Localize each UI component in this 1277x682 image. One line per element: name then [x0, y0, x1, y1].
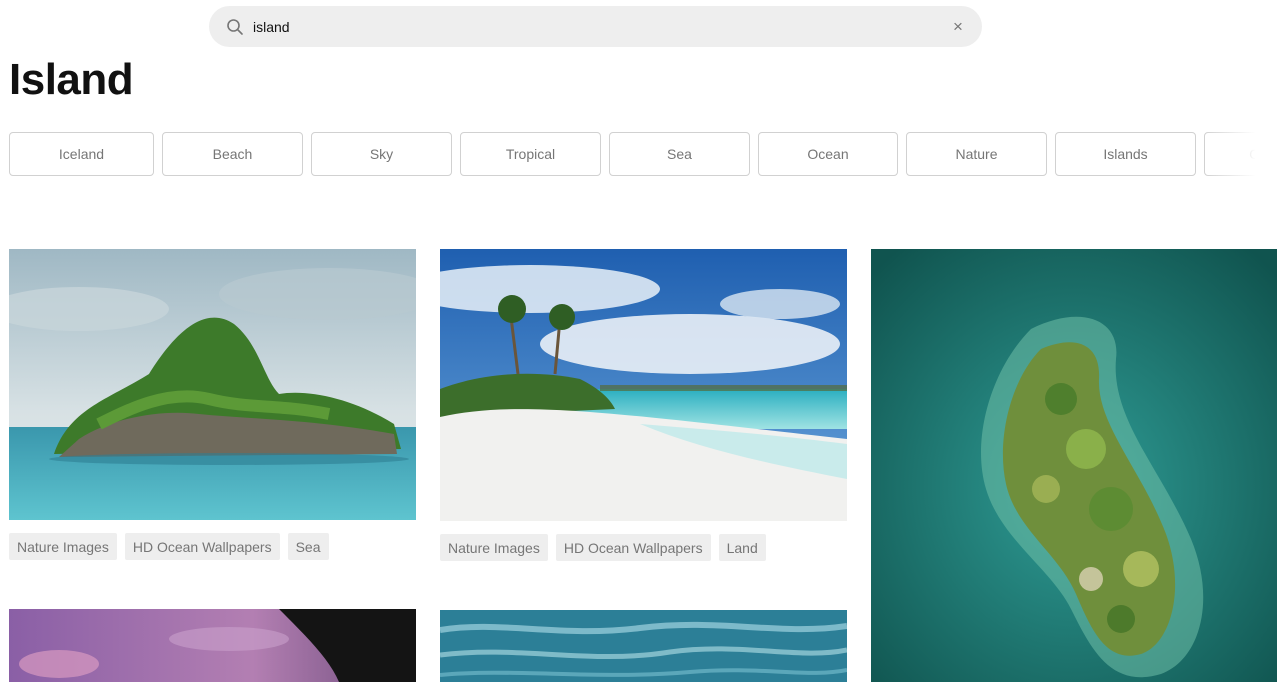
page-title: Island [9, 55, 134, 104]
photo-ocean-waves-image [440, 610, 847, 682]
close-icon[interactable]: × [948, 17, 968, 37]
chip-iceland[interactable]: Iceland [9, 132, 154, 176]
tag-land[interactable]: Land [718, 534, 766, 561]
photo-2-tags: Nature Images HD Ocean Wallpapers Land [440, 534, 766, 561]
photo-aerial-island-image [871, 249, 1277, 682]
search-input[interactable] [253, 14, 933, 39]
photo-1-tags: Nature Images HD Ocean Wallpapers Sea [9, 533, 329, 560]
search-results-page: × Island Iceland Beach Sky Tropical Sea … [0, 0, 1277, 682]
chip-islands[interactable]: Islands [1055, 132, 1196, 176]
chip-outdoor[interactable]: Outdoor [1204, 132, 1277, 176]
tag-hd-ocean-wallpapers[interactable]: HD Ocean Wallpapers [555, 534, 711, 561]
photo-aerial-island[interactable] [871, 249, 1277, 682]
photo-beach-palms[interactable] [440, 249, 847, 521]
chip-tropical[interactable]: Tropical [460, 132, 601, 176]
related-searches: Iceland Beach Sky Tropical Sea Ocean Nat… [9, 132, 1277, 177]
chip-nature[interactable]: Nature [906, 132, 1047, 176]
tag-hd-ocean-wallpapers[interactable]: HD Ocean Wallpapers [124, 533, 280, 560]
chip-sea[interactable]: Sea [609, 132, 750, 176]
tag-nature-images[interactable]: Nature Images [9, 533, 117, 560]
photo-island-rock[interactable] [9, 249, 416, 520]
photo-island-rock-image [9, 249, 416, 520]
tag-nature-images[interactable]: Nature Images [440, 534, 548, 561]
chip-beach[interactable]: Beach [162, 132, 303, 176]
photo-sunset[interactable] [9, 609, 416, 682]
photo-ocean-waves[interactable] [440, 610, 847, 682]
search-bar[interactable]: × [209, 6, 982, 47]
search-icon [227, 19, 243, 35]
chip-sky[interactable]: Sky [311, 132, 452, 176]
photo-beach-palms-image [440, 249, 847, 521]
chip-ocean[interactable]: Ocean [758, 132, 898, 176]
photo-sunset-image [9, 609, 416, 682]
tag-sea[interactable]: Sea [287, 533, 329, 560]
